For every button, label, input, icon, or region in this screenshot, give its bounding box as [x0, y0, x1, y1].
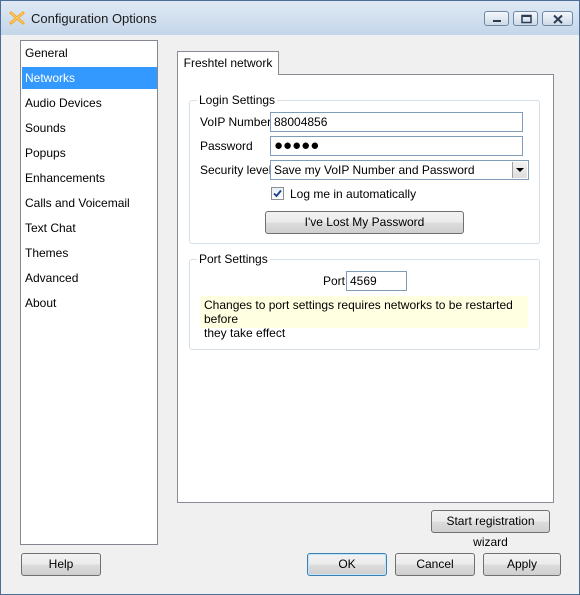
close-button[interactable] [542, 11, 573, 26]
port-field[interactable]: 4569 [346, 271, 407, 291]
port-label: Port [323, 274, 346, 288]
auto-login-label[interactable]: Log me in automatically [290, 187, 416, 201]
security-level-label: Security level [200, 163, 272, 177]
login-settings-legend: Login Settings [197, 93, 278, 107]
minimize-button[interactable] [484, 11, 509, 26]
chevron-down-icon[interactable] [512, 162, 527, 178]
voip-number-label: VoIP Number [200, 115, 272, 129]
password-field[interactable]: ●●●●● [270, 136, 523, 156]
lost-password-button[interactable]: I've Lost My Password [265, 211, 464, 234]
network-tab-panel: Login Settings VoIP Number 88004856 Pass… [177, 74, 554, 503]
sidebar-item-about[interactable]: About [22, 292, 157, 314]
sidebar-item-calls-voicemail[interactable]: Calls and Voicemail [22, 192, 157, 214]
security-level-value: Save my VoIP Number and Password [274, 163, 475, 177]
window-title: Configuration Options [31, 11, 157, 26]
sidebar-item-general[interactable]: General [22, 42, 157, 64]
sidebar-item-sounds[interactable]: Sounds [22, 117, 157, 139]
voip-number-field[interactable]: 88004856 [270, 112, 523, 132]
auto-login-checkbox[interactable] [271, 187, 284, 200]
port-note-line-1: Changes to port settings requires networ… [204, 298, 513, 326]
port-settings-legend: Port Settings [197, 252, 270, 266]
sidebar-item-audio-devices[interactable]: Audio Devices [22, 92, 157, 114]
port-restart-note: Changes to port settings requires networ… [200, 296, 528, 340]
password-label: Password [200, 139, 253, 153]
help-button[interactable]: Help [21, 553, 101, 576]
sidebar-item-themes[interactable]: Themes [22, 242, 157, 264]
sidebar-item-enhancements[interactable]: Enhancements [22, 167, 157, 189]
security-level-dropdown[interactable]: Save my VoIP Number and Password [270, 160, 529, 180]
ok-button[interactable]: OK [307, 553, 387, 576]
settings-category-list: General Networks Audio Devices Sounds Po… [20, 40, 158, 545]
sidebar-item-networks[interactable]: Networks [22, 67, 157, 89]
start-registration-wizard-button[interactable]: Start registration wizard [431, 510, 550, 549]
sidebar-item-advanced[interactable]: Advanced [22, 267, 157, 289]
sidebar-item-text-chat[interactable]: Text Chat [22, 217, 157, 239]
app-logo-icon [9, 10, 25, 26]
port-settings-group: Port Settings Port 4569 Changes to port … [189, 252, 540, 350]
title-bar[interactable]: Configuration Options [1, 1, 579, 35]
configuration-window: Configuration Options General Networks A… [0, 0, 580, 595]
sidebar-item-popups[interactable]: Popups [22, 142, 157, 164]
maximize-button[interactable] [513, 11, 538, 26]
cancel-button[interactable]: Cancel [395, 553, 475, 576]
apply-button[interactable]: Apply [483, 553, 561, 576]
port-note-line-2: they take effect [204, 326, 286, 340]
tab-freshtel-network[interactable]: Freshtel network [177, 51, 279, 75]
login-settings-group: Login Settings VoIP Number 88004856 Pass… [189, 93, 540, 244]
